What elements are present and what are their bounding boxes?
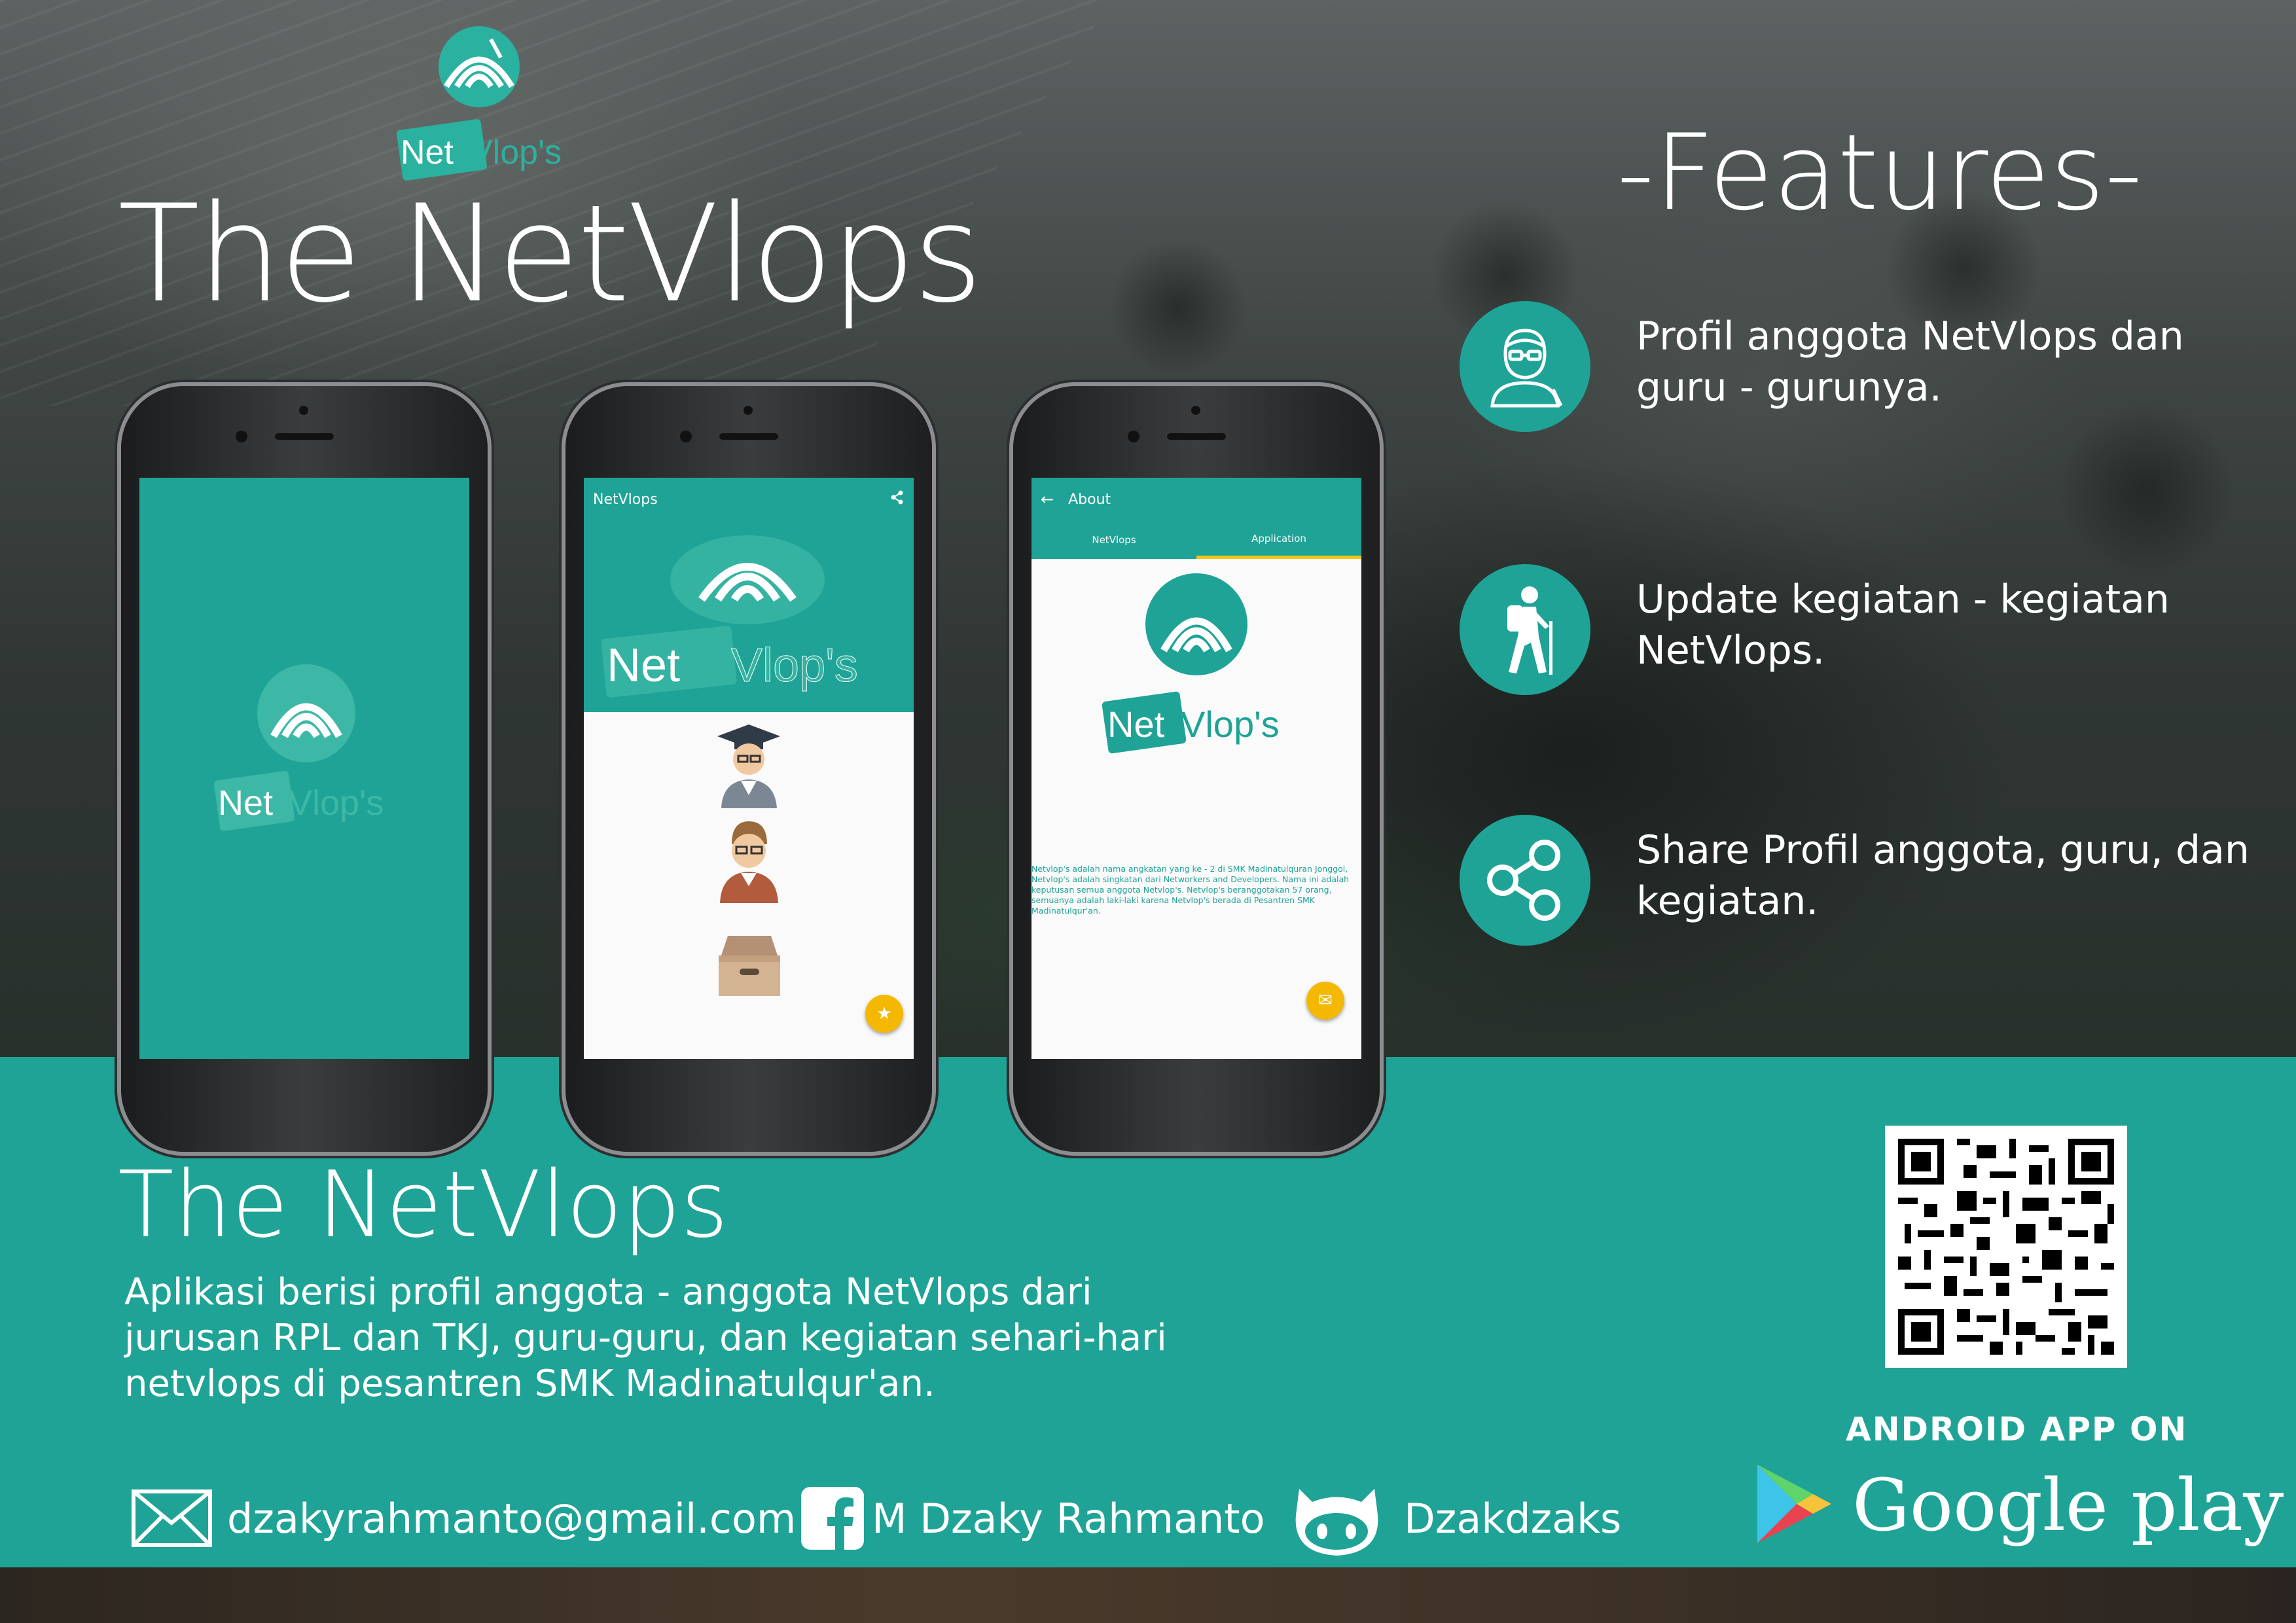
home-header-logo: Net Vlop's <box>584 521 914 712</box>
netvlops-logo: Net Vlop's <box>393 26 576 190</box>
phone-home: NetVlops Net Vlop's ★ <box>565 386 932 1152</box>
share-icon[interactable] <box>890 490 905 508</box>
about-tabs: NetVlops Application <box>1031 521 1361 559</box>
phone-splash: Net Vlop's <box>121 386 488 1152</box>
phone-sensor <box>1191 406 1200 415</box>
teacher-icon[interactable] <box>715 818 783 906</box>
bottom-photo-strip <box>0 1567 2296 1623</box>
favorite-fab[interactable]: ★ <box>865 995 903 1033</box>
splash-screen: Net Vlop's <box>139 478 469 1059</box>
phone-speaker <box>719 433 778 440</box>
svg-text:Vlop's: Vlop's <box>470 134 562 171</box>
about-screen: ← About NetVlops Application Net Vlop's … <box>1031 478 1361 1059</box>
mail-icon: ✉ <box>1318 991 1333 1010</box>
archive-box-icon[interactable] <box>713 929 785 1004</box>
mail-icon <box>131 1489 213 1548</box>
phone-camera <box>680 431 692 442</box>
facebook-name: M Dzaky Rahmanto <box>872 1494 1265 1543</box>
phone-camera <box>1128 431 1139 442</box>
phone-camera <box>236 431 247 442</box>
feature-item-share: Share Profil anggota, guru, dan kegiatan… <box>1460 815 2278 946</box>
tab-application[interactable]: Application <box>1196 521 1361 559</box>
svg-text:Vlop's: Vlop's <box>289 783 384 823</box>
about-description: Netvlop's adalah nama angkatan yang ke -… <box>1031 864 1350 916</box>
about-appbar-title: About <box>1068 491 1111 508</box>
feature-text: Profil anggota NetVlops dan guru - gurun… <box>1636 313 2184 410</box>
svg-text:Vlop's: Vlop's <box>731 639 858 692</box>
home-screen: NetVlops Net Vlop's ★ <box>584 478 914 1059</box>
teacher-icon <box>1460 301 1590 432</box>
graduate-icon[interactable] <box>715 723 783 811</box>
phone-about: ← About NetVlops Application Net Vlop's … <box>1013 386 1380 1152</box>
feature-item-activities: Update kegiatan - kegiatan NetVlops. <box>1460 564 2278 695</box>
about-appbar: ← About <box>1031 478 1361 521</box>
svg-text:Net: Net <box>1107 704 1165 745</box>
svg-text:Net: Net <box>218 783 273 823</box>
features-heading: -Features- <box>1617 111 2143 234</box>
phone-sensor <box>744 406 753 415</box>
hiker-icon <box>1460 564 1590 695</box>
email-text: dzakyrahmanto@gmail.com <box>227 1494 797 1543</box>
logo-text: Net <box>401 134 454 171</box>
qr-code[interactable] <box>1885 1126 2127 1368</box>
contact-fab[interactable]: ✉ <box>1306 982 1344 1020</box>
app-title: The NetVlops <box>118 1152 728 1258</box>
app-description: Aplikasi berisi profil anggota - anggota… <box>124 1271 1167 1405</box>
tab-netvlops[interactable]: NetVlops <box>1031 521 1196 559</box>
svg-text:Vlop's: Vlop's <box>1181 704 1280 745</box>
splash-logo: Net Vlop's <box>213 664 384 831</box>
contact-facebook[interactable]: M Dzaky Rahmanto <box>800 1486 1265 1551</box>
google-play-text: Google play <box>1852 1463 2284 1547</box>
phone-speaker <box>275 433 334 440</box>
feature-text: Share Profil anggota, guru, dan kegiatan… <box>1636 827 2250 924</box>
about-logo: Net Vlop's <box>1102 573 1280 754</box>
github-username: Dzakdzaks <box>1404 1494 1622 1543</box>
star-icon: ★ <box>876 1004 892 1024</box>
android-app-label: ANDROID APP ON <box>1846 1410 2188 1448</box>
svg-text:Net: Net <box>607 639 680 692</box>
home-appbar-title: NetVlops <box>593 491 658 508</box>
google-play-badge[interactable]: Google play <box>1754 1456 2284 1554</box>
contact-github[interactable]: Dzakdzaks <box>1289 1486 1622 1556</box>
back-arrow-icon[interactable]: ← <box>1041 490 1054 508</box>
phone-speaker <box>1167 433 1226 440</box>
facebook-icon <box>800 1486 865 1551</box>
phone-sensor <box>299 406 308 415</box>
feature-item-profiles: Profil anggota NetVlops dan guru - gurun… <box>1460 301 2278 432</box>
contact-email[interactable]: dzakyrahmanto@gmail.com <box>131 1486 796 1551</box>
github-icon <box>1289 1476 1384 1561</box>
feature-text: Update kegiatan - kegiatan NetVlops. <box>1636 577 2170 673</box>
share-icon <box>1460 815 1590 946</box>
hero-title: The NetVlops <box>118 177 983 332</box>
google-play-icon <box>1754 1461 1833 1549</box>
home-appbar: NetVlops <box>584 478 914 521</box>
